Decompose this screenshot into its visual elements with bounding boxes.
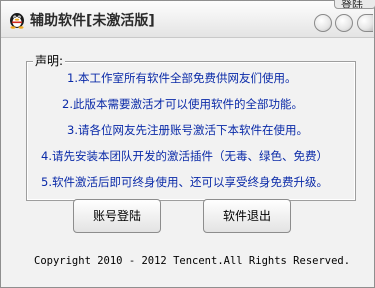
app-window: 辅助软件[未激活版] 登陆 声明: 1.本工作室所有软件全部免费供网友们使用。 … (0, 0, 375, 288)
title-bar[interactable]: 辅助软件[未激活版] 登陆 (1, 0, 375, 38)
notice-item: 3.请各位网友先注册账号激活下本软件在使用。 (67, 123, 308, 137)
window-extra-button[interactable] (357, 14, 373, 32)
login-tab[interactable]: 登陆 (334, 0, 375, 9)
window-title: 辅助软件[未激活版] (30, 13, 155, 29)
notice-item: 1.本工作室所有软件全部免费供网友们使用。 (67, 71, 297, 85)
notice-item: 5.软件激活后即可终身使用、还可以享受终身免费升级。 (41, 175, 328, 189)
close-button[interactable] (335, 14, 353, 32)
exit-software-button[interactable]: 软件退出 (203, 199, 291, 233)
notice-item: 4.请先安装本团队开发的激活插件（无毒、绿色、免费） (41, 149, 328, 163)
copyright-text: Copyright 2010 - 2012 Tencent.All Rights… (34, 255, 351, 267)
minimize-button[interactable] (314, 14, 332, 32)
notice-item: 2.此版本需要激活才可以使用软件的全部功能。 (62, 97, 303, 111)
penguin-icon (8, 11, 26, 29)
account-login-button[interactable]: 账号登陆 (73, 199, 161, 233)
login-tab-label: 登陆 (341, 0, 363, 9)
notice-label: 声明: (33, 53, 66, 69)
